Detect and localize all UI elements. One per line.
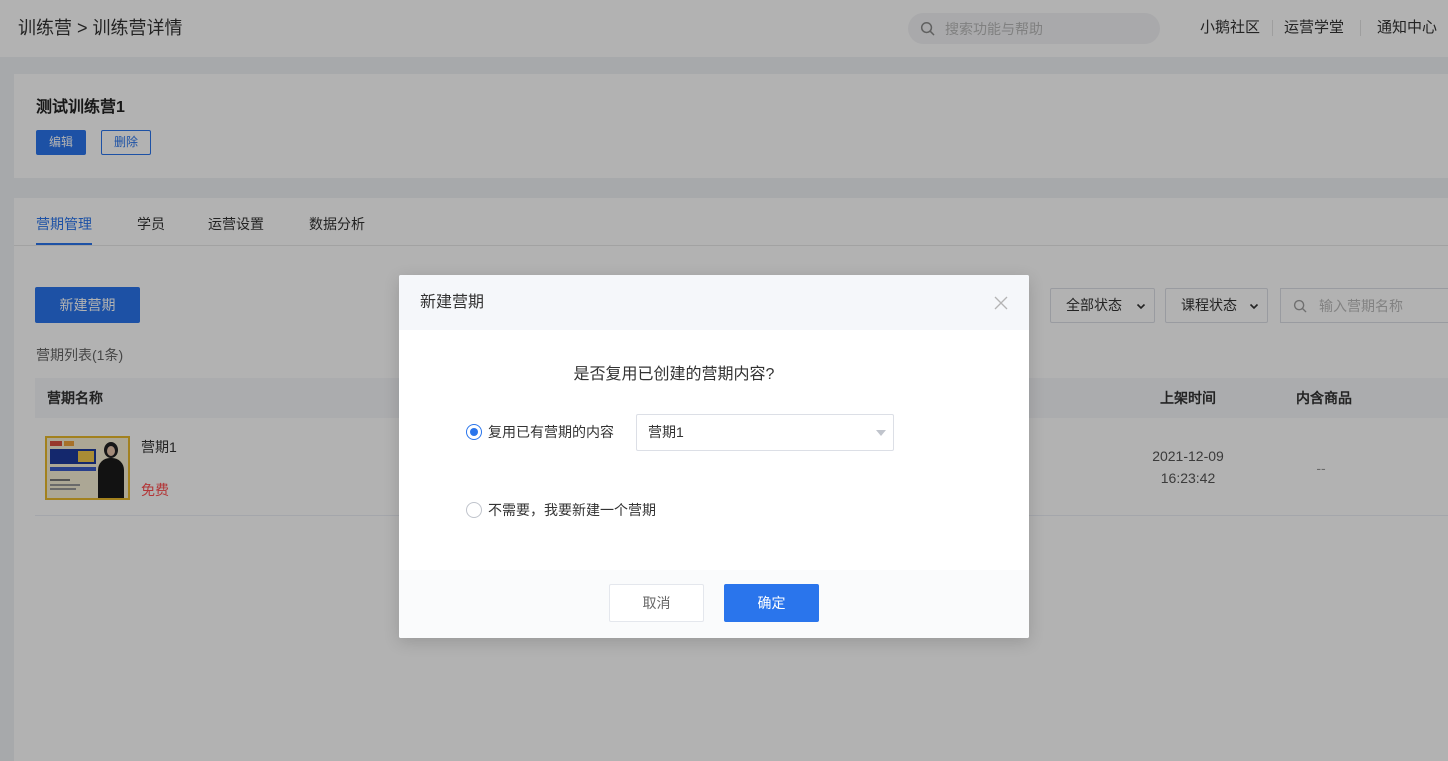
cancel-button[interactable]: 取消 xyxy=(609,584,704,622)
new-period-dialog: 新建营期 是否复用已创建的营期内容? 复用已有营期的内容 营期1 不需要，我要新… xyxy=(399,275,1029,638)
existing-period-select[interactable]: 营期1 xyxy=(636,414,894,451)
dialog-question: 是否复用已创建的营期内容? xyxy=(573,366,775,383)
close-icon[interactable] xyxy=(994,296,1008,310)
create-new-label[interactable]: 不需要，我要新建一个营期 xyxy=(488,500,656,520)
radio-dot xyxy=(470,428,478,436)
caret-down-icon xyxy=(876,430,886,436)
reuse-content-label[interactable]: 复用已有营期的内容 xyxy=(488,422,614,442)
reuse-content-radio[interactable] xyxy=(466,424,482,440)
dialog-header: 新建营期 xyxy=(399,275,1029,330)
create-new-radio[interactable] xyxy=(466,502,482,518)
existing-period-value: 营期1 xyxy=(648,424,684,440)
dialog-footer: 取消 确定 xyxy=(399,570,1029,638)
app-root: 训练营 > 训练营详情 小鹅社区 运营学堂 通知中心 测试训练营1 编辑 删除 … xyxy=(0,0,1448,761)
dialog-title: 新建营期 xyxy=(420,294,485,311)
confirm-button[interactable]: 确定 xyxy=(724,584,819,622)
